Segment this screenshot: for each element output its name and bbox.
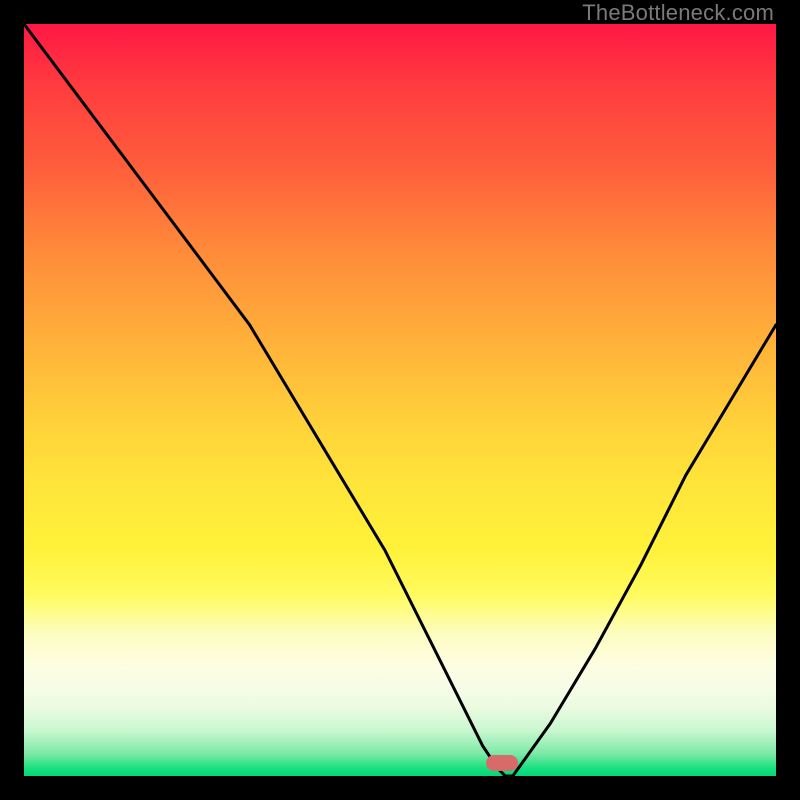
bottleneck-curve: [24, 24, 776, 776]
plot-area: [24, 24, 776, 776]
optimal-point-marker: [486, 755, 518, 771]
watermark-text: TheBottleneck.com: [582, 0, 774, 26]
chart-frame: TheBottleneck.com: [0, 0, 800, 800]
